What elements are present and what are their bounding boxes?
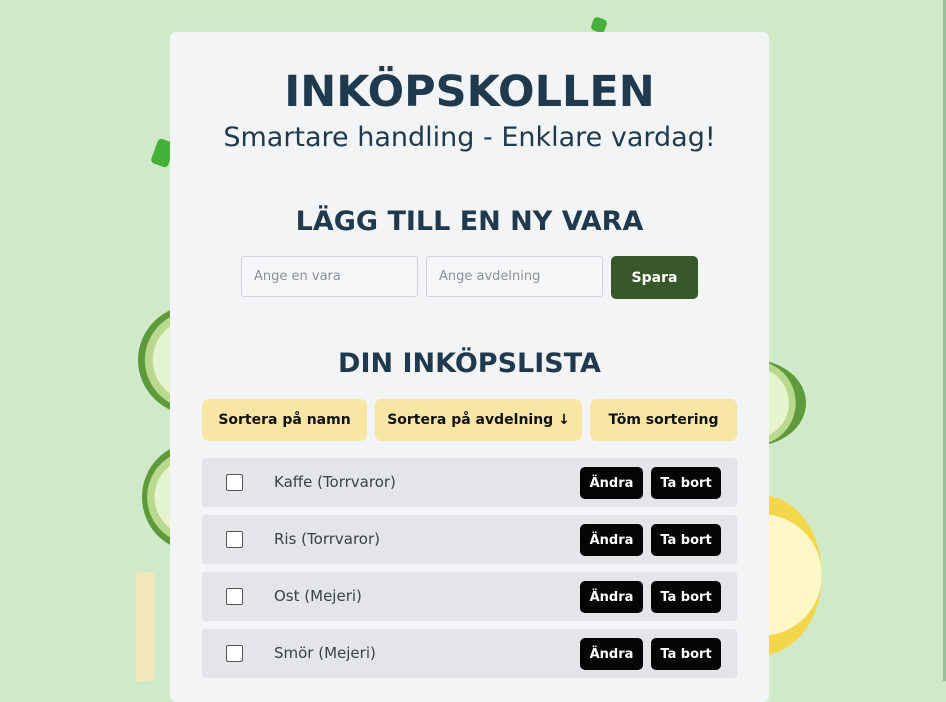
list-item: Ris (Torrvaror) Ändra Ta bort: [202, 515, 737, 564]
item-label: Smör (Mejeri): [274, 644, 376, 662]
shopping-list-heading: DIN INKÖPSLISTA: [338, 348, 601, 379]
list-item: Kaffe (Torrvaror) Ändra Ta bort: [202, 458, 737, 507]
list-item: Ost (Mejeri) Ändra Ta bort: [202, 572, 737, 621]
delete-button[interactable]: Ta bort: [651, 581, 721, 613]
app-tagline: Smartare handling - Enklare vardag!: [223, 122, 716, 153]
list-item: Smör (Mejeri) Ändra Ta bort: [202, 629, 737, 678]
ginger-stick-decoration: [136, 572, 154, 681]
item-checkbox[interactable]: [226, 474, 243, 491]
item-label: Ris (Torrvaror): [274, 530, 380, 548]
main-card: INKÖPSKOLLEN Smartare handling - Enklare…: [170, 32, 769, 702]
delete-button[interactable]: Ta bort: [651, 524, 721, 556]
sort-by-department-button[interactable]: Sortera på avdelning ↓: [375, 399, 582, 441]
delete-button[interactable]: Ta bort: [651, 467, 721, 499]
edit-button[interactable]: Ändra: [580, 524, 643, 556]
item-checkbox[interactable]: [226, 645, 243, 662]
clear-sort-button[interactable]: Töm sortering: [590, 399, 737, 441]
add-item-heading: LÄGG TILL EN NY VARA: [295, 206, 644, 237]
edit-button[interactable]: Ändra: [580, 638, 643, 670]
department-input[interactable]: [426, 256, 603, 297]
item-label: Ost (Mejeri): [274, 587, 362, 605]
item-name-input[interactable]: [241, 256, 418, 297]
item-checkbox[interactable]: [226, 588, 243, 605]
save-button[interactable]: Spara: [611, 256, 698, 299]
delete-button[interactable]: Ta bort: [651, 638, 721, 670]
item-checkbox[interactable]: [226, 531, 243, 548]
edit-button[interactable]: Ändra: [580, 581, 643, 613]
edit-button[interactable]: Ändra: [580, 467, 643, 499]
sort-by-name-button[interactable]: Sortera på namn: [202, 399, 367, 441]
app-title: INKÖPSKOLLEN: [284, 67, 655, 117]
item-label: Kaffe (Torrvaror): [274, 473, 396, 491]
